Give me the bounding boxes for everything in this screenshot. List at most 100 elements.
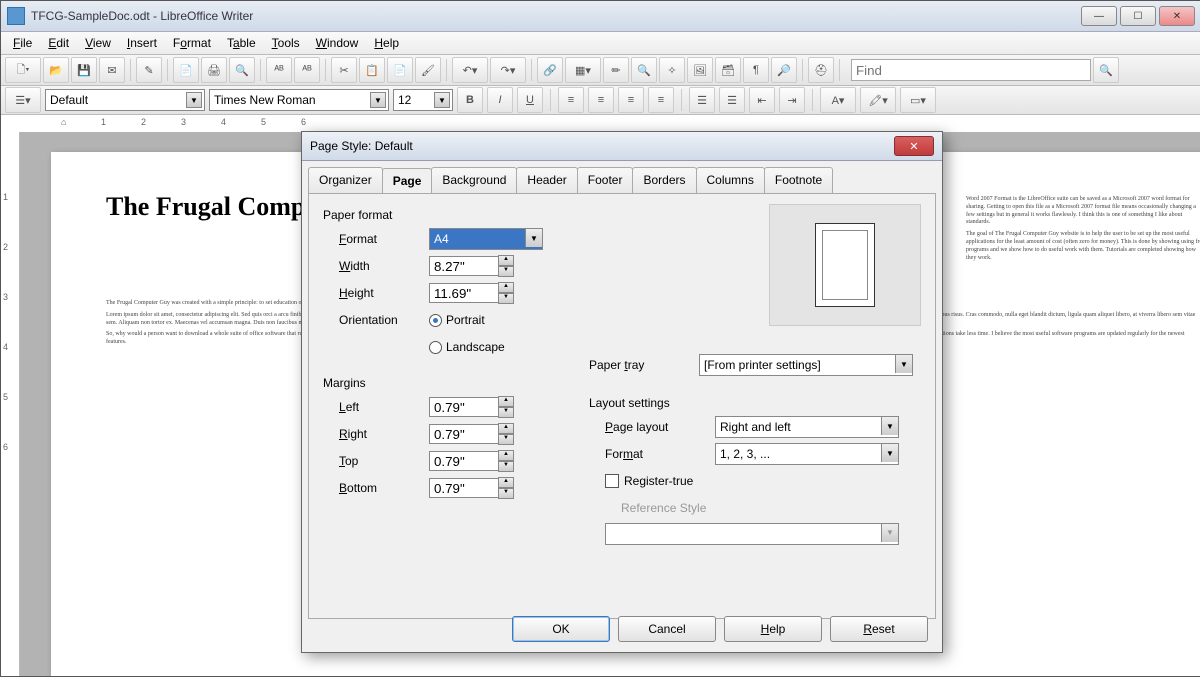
bold-button[interactable]: B	[457, 87, 483, 113]
pdf-button[interactable]: 📄	[173, 57, 199, 83]
label-paper-tray: Paper tray	[589, 358, 699, 372]
navigator-button[interactable]: ✧	[659, 57, 685, 83]
cut-button[interactable]: ✂	[331, 57, 357, 83]
email-button[interactable]: ✉	[99, 57, 125, 83]
vertical-ruler[interactable]: 123456	[1, 132, 20, 676]
tab-footer[interactable]: Footer	[577, 167, 634, 193]
copy-button[interactable]: 📋	[359, 57, 385, 83]
align-right-button[interactable]: ≡	[618, 87, 644, 113]
draw-button[interactable]: ✏	[603, 57, 629, 83]
nonprint-button[interactable]: ¶	[743, 57, 769, 83]
print-button[interactable]: 🖨	[201, 57, 227, 83]
paste-button[interactable]: 📄	[387, 57, 413, 83]
font-name-combo[interactable]: Times New Roman▼	[209, 89, 389, 111]
menu-table[interactable]: Table	[219, 33, 264, 53]
indent-more-button[interactable]: ⇥	[779, 87, 805, 113]
standard-toolbar: 🗋▾ 📂 💾 ✉ ✎ 📄 🖨 🔍 ᴬᴮ ᴬᴮ ✂ 📋 📄 🖌 ↶▾ ↷▾ 🔗 ▦…	[1, 55, 1200, 86]
align-left-button[interactable]: ≡	[558, 87, 584, 113]
find-next-button[interactable]: 🔍	[1093, 57, 1119, 83]
reset-button[interactable]: Reset	[830, 616, 928, 642]
margin-bottom-spinner[interactable]: ▲▼	[429, 477, 514, 499]
tab-footnote[interactable]: Footnote	[764, 167, 833, 193]
highlight-button[interactable]: 🖍▾	[860, 87, 896, 113]
align-justify-button[interactable]: ≡	[648, 87, 674, 113]
spin-down-icon[interactable]: ▼	[498, 266, 514, 277]
open-button[interactable]: 📂	[43, 57, 69, 83]
styles-button[interactable]: ☰▾	[5, 87, 41, 113]
menu-insert[interactable]: Insert	[119, 33, 165, 53]
autospell-button[interactable]: ᴬᴮ	[294, 57, 320, 83]
dialog-title: Page Style: Default	[310, 139, 894, 153]
undo-button[interactable]: ↶▾	[452, 57, 488, 83]
menu-view[interactable]: View	[77, 33, 119, 53]
redo-button[interactable]: ↷▾	[490, 57, 526, 83]
dialog-body: Paper format Format A4▼ Width ▲▼ Height …	[308, 193, 936, 619]
font-color-button[interactable]: A▾	[820, 87, 856, 113]
orientation-portrait-radio[interactable]: Portrait	[429, 313, 485, 327]
width-spinner[interactable]: ▲▼	[429, 255, 514, 277]
find-button[interactable]: 🔍	[631, 57, 657, 83]
menu-window[interactable]: Window	[308, 33, 367, 53]
menubar: File Edit View Insert Format Table Tools…	[1, 32, 1200, 55]
window-title: TFCG-SampleDoc.odt - LibreOffice Writer	[31, 9, 1081, 23]
help-button[interactable]: Help	[724, 616, 822, 642]
maximize-button[interactable]: ☐	[1120, 6, 1156, 26]
tab-organizer[interactable]: Organizer	[308, 167, 383, 193]
bgcolor-button[interactable]: ▭▾	[900, 87, 936, 113]
format-paint-button[interactable]: 🖌	[415, 57, 441, 83]
cancel-button[interactable]: Cancel	[618, 616, 716, 642]
tab-background[interactable]: Background	[431, 167, 517, 193]
orientation-landscape-radio[interactable]: Landscape	[429, 340, 505, 354]
dialog-titlebar[interactable]: Page Style: Default ✕	[302, 132, 942, 161]
bullet-list-button[interactable]: ☰	[719, 87, 745, 113]
menu-help[interactable]: Help	[366, 33, 407, 53]
paper-tray-select[interactable]: [From printer settings]▼	[699, 354, 913, 376]
gallery-button[interactable]: 🖼	[687, 57, 713, 83]
new-button[interactable]: 🗋▾	[5, 57, 41, 83]
tab-columns[interactable]: Columns	[696, 167, 765, 193]
menu-file[interactable]: File	[5, 33, 40, 53]
spin-up-icon[interactable]: ▲	[498, 255, 514, 266]
table-button[interactable]: ▦▾	[565, 57, 601, 83]
dialog-tabs: Organizer Page Background Header Footer …	[302, 161, 942, 193]
height-spinner[interactable]: ▲▼	[429, 282, 514, 304]
align-center-button[interactable]: ≡	[588, 87, 614, 113]
tab-header[interactable]: Header	[516, 167, 577, 193]
spin-up-icon[interactable]: ▲	[498, 282, 514, 293]
num-format-select[interactable]: 1, 2, 3, ...▼	[715, 443, 899, 465]
spin-down-icon[interactable]: ▼	[498, 293, 514, 304]
margin-right-spinner[interactable]: ▲▼	[429, 423, 514, 445]
indent-less-button[interactable]: ⇤	[749, 87, 775, 113]
register-true-checkbox[interactable]	[605, 474, 619, 488]
tab-borders[interactable]: Borders	[632, 167, 696, 193]
underline-button[interactable]: U	[517, 87, 543, 113]
preview-button[interactable]: 🔍	[229, 57, 255, 83]
paragraph-style-combo[interactable]: Default▼	[45, 89, 205, 111]
close-button[interactable]: ✕	[1159, 6, 1195, 26]
hyperlink-button[interactable]: 🔗	[537, 57, 563, 83]
datasource-button[interactable]: 🗃	[715, 57, 741, 83]
dialog-close-button[interactable]: ✕	[894, 136, 934, 156]
save-button[interactable]: 💾	[71, 57, 97, 83]
tab-page[interactable]: Page	[382, 168, 433, 194]
menu-edit[interactable]: Edit	[40, 33, 77, 53]
zoom-button[interactable]: 🔎	[771, 57, 797, 83]
margin-top-spinner[interactable]: ▲▼	[429, 450, 514, 472]
edit-doc-button[interactable]: ✎	[136, 57, 162, 83]
label-format: Format	[339, 232, 429, 246]
find-input[interactable]	[851, 59, 1091, 81]
menu-tools[interactable]: Tools	[264, 33, 308, 53]
paper-format-select[interactable]: A4▼	[429, 228, 543, 250]
font-size-combo[interactable]: 12▼	[393, 89, 453, 111]
italic-button[interactable]: I	[487, 87, 513, 113]
label-right: Right	[339, 427, 429, 441]
label-top: Top	[339, 454, 429, 468]
margin-left-spinner[interactable]: ▲▼	[429, 396, 514, 418]
ok-button[interactable]: OK	[512, 616, 610, 642]
minimize-button[interactable]: —	[1081, 6, 1117, 26]
spellcheck-button[interactable]: ᴬᴮ	[266, 57, 292, 83]
menu-format[interactable]: Format	[165, 33, 219, 53]
numbered-list-button[interactable]: ☰	[689, 87, 715, 113]
help-button[interactable]: ⛑	[808, 57, 834, 83]
page-layout-select[interactable]: Right and left▼	[715, 416, 899, 438]
